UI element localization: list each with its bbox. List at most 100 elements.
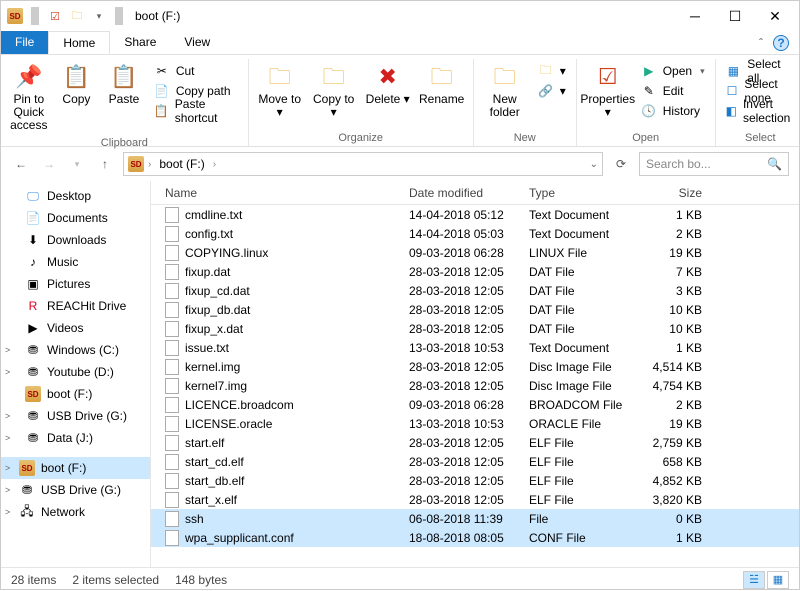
newitem-button[interactable]: 🗀▾ (534, 61, 570, 81)
address-box[interactable]: SD › boot (F:) › ⌄ (123, 152, 603, 176)
file-date: 13-03-2018 10:53 (401, 341, 521, 355)
tab-share[interactable]: Share (110, 31, 170, 54)
cut-button[interactable]: ✂Cut (150, 61, 242, 81)
file-row[interactable]: start_cd.elf28-03-2018 12:05ELF File658 … (151, 452, 799, 471)
copy-button[interactable]: 📋Copy (55, 59, 99, 108)
tab-home[interactable]: Home (48, 31, 110, 54)
refresh-button[interactable]: ⟳ (611, 154, 631, 174)
copyto-button[interactable]: 🗀Copy to ▾ (309, 59, 359, 121)
maximize-button[interactable]: ☐ (715, 2, 755, 30)
file-type: ELF File (521, 474, 641, 488)
close-button[interactable]: ✕ (755, 2, 795, 30)
view-icons-button[interactable]: ▦ (767, 571, 789, 589)
file-row[interactable]: fixup.dat28-03-2018 12:05DAT File7 KB (151, 262, 799, 281)
paste-icon: 📋 (108, 61, 140, 93)
file-name: LICENCE.broadcom (185, 398, 294, 412)
help-icon[interactable]: ? (773, 35, 789, 51)
qat-newfolder-icon[interactable]: 🗀 (67, 6, 87, 26)
nav-item[interactable]: ⬇Downloads (1, 229, 150, 251)
column-header-date[interactable]: Date modified (401, 186, 521, 200)
nav-item[interactable]: 📄Documents (1, 207, 150, 229)
up-button[interactable]: ↑ (95, 154, 115, 174)
file-row[interactable]: fixup_x.dat28-03-2018 12:05DAT File10 KB (151, 319, 799, 338)
file-row[interactable]: COPYING.linux09-03-2018 06:28LINUX File1… (151, 243, 799, 262)
nav-item[interactable]: SDboot (F:) (1, 383, 150, 405)
file-row[interactable]: start_x.elf28-03-2018 12:05ELF File3,820… (151, 490, 799, 509)
back-button[interactable]: ← (11, 154, 31, 174)
breadcrumb[interactable]: boot (F:) (155, 157, 208, 171)
nav-item[interactable]: ▶Videos (1, 317, 150, 339)
nav-item[interactable]: >🖧Network (1, 501, 150, 523)
file-row[interactable]: wpa_supplicant.conf18-08-2018 08:05CONF … (151, 528, 799, 547)
file-row[interactable]: cmdline.txt14-04-2018 05:12Text Document… (151, 205, 799, 224)
nav-item[interactable]: >⛃Youtube (D:) (1, 361, 150, 383)
expand-icon[interactable]: > (5, 485, 10, 495)
expand-icon[interactable]: > (5, 345, 10, 355)
tab-view[interactable]: View (170, 31, 224, 54)
nav-item[interactable]: >SDboot (F:) (1, 457, 150, 479)
nav-pane[interactable]: 🖵Desktop📄Documents⬇Downloads♪Music▣Pictu… (1, 181, 151, 567)
file-row[interactable]: start.elf28-03-2018 12:05ELF File2,759 K… (151, 433, 799, 452)
file-row[interactable]: fixup_cd.dat28-03-2018 12:05DAT File3 KB (151, 281, 799, 300)
column-header-type[interactable]: Type (521, 186, 641, 200)
nav-item[interactable]: >⛃Windows (C:) (1, 339, 150, 361)
nav-item[interactable]: >⛃Data (J:) (1, 427, 150, 449)
file-row[interactable]: issue.txt13-03-2018 10:53Text Document1 … (151, 338, 799, 357)
qat-properties-icon[interactable]: ☑ (45, 6, 65, 26)
address-dropdown-icon[interactable]: ⌄ (590, 159, 598, 170)
edit-button[interactable]: ✎Edit (637, 81, 709, 101)
file-size: 2 KB (641, 227, 721, 241)
nav-item-icon: ⛃ (19, 482, 35, 498)
search-input[interactable]: Search bo... 🔍 (639, 152, 789, 176)
file-row[interactable]: ssh06-08-2018 11:39File0 KB (151, 509, 799, 528)
tab-file[interactable]: File (1, 31, 48, 54)
paste-button[interactable]: 📋Paste (102, 59, 146, 108)
nav-item[interactable]: 🖵Desktop (1, 185, 150, 207)
file-row[interactable]: kernel7.img28-03-2018 12:05Disc Image Fi… (151, 376, 799, 395)
nav-item[interactable]: >⛃USB Drive (G:) (1, 405, 150, 427)
newfolder-button[interactable]: 🗀New folder (480, 59, 530, 121)
file-row[interactable]: LICENSE.oracle13-03-2018 10:53ORACLE Fil… (151, 414, 799, 433)
file-row[interactable]: fixup_db.dat28-03-2018 12:05DAT File10 K… (151, 300, 799, 319)
file-date: 28-03-2018 12:05 (401, 436, 521, 450)
file-row[interactable]: start_db.elf28-03-2018 12:05ELF File4,85… (151, 471, 799, 490)
rename-button[interactable]: 🗀Rename (417, 59, 467, 108)
nav-item-icon: ♪ (25, 254, 41, 270)
file-icon (165, 359, 179, 375)
file-row[interactable]: LICENCE.broadcom09-03-2018 06:28BROADCOM… (151, 395, 799, 414)
expand-icon[interactable]: > (5, 507, 10, 517)
expand-icon[interactable]: > (5, 367, 10, 377)
file-row[interactable]: kernel.img28-03-2018 12:05Disc Image Fil… (151, 357, 799, 376)
minimize-button[interactable]: ─ (675, 2, 715, 30)
open-button[interactable]: ▶Open▾ (637, 61, 709, 81)
expand-icon[interactable]: > (5, 463, 10, 473)
expand-icon[interactable]: > (5, 433, 10, 443)
file-size: 10 KB (641, 303, 721, 317)
chevron-icon[interactable]: › (148, 159, 151, 170)
properties-button[interactable]: ☑Properties ▾ (583, 59, 633, 121)
chevron-icon[interactable]: › (213, 159, 216, 170)
forward-button[interactable]: → (39, 154, 59, 174)
qat-dropdown-icon[interactable]: ▾ (89, 6, 109, 26)
pin-button[interactable]: 📌Pin to Quick access (7, 59, 51, 135)
nav-item[interactable]: ♪Music (1, 251, 150, 273)
file-row[interactable]: config.txt14-04-2018 05:03Text Document2… (151, 224, 799, 243)
nav-item[interactable]: ▣Pictures (1, 273, 150, 295)
history-button[interactable]: 🕓History (637, 101, 709, 121)
column-header-size[interactable]: Size (641, 186, 721, 200)
file-type: Disc Image File (521, 379, 641, 393)
file-list[interactable]: Name Date modified Type Size cmdline.txt… (151, 181, 799, 567)
nav-item-icon: ⛃ (25, 430, 41, 446)
recent-button[interactable]: ▾ (67, 154, 87, 174)
easyaccess-button[interactable]: 🔗▾ (534, 81, 570, 101)
delete-button[interactable]: ✖Delete ▾ (363, 59, 413, 108)
column-header-name[interactable]: Name (151, 186, 401, 200)
view-details-button[interactable]: ☱ (743, 571, 765, 589)
expand-icon[interactable]: > (5, 411, 10, 421)
moveto-button[interactable]: 🗀Move to ▾ (255, 59, 305, 121)
ribbon-collapse-icon[interactable]: ˆ (759, 36, 763, 50)
invert-button[interactable]: ◧Invert selection (722, 101, 799, 121)
pasteshortcut-button[interactable]: 📋Paste shortcut (150, 101, 242, 121)
nav-item[interactable]: RREACHit Drive (1, 295, 150, 317)
nav-item[interactable]: >⛃USB Drive (G:) (1, 479, 150, 501)
